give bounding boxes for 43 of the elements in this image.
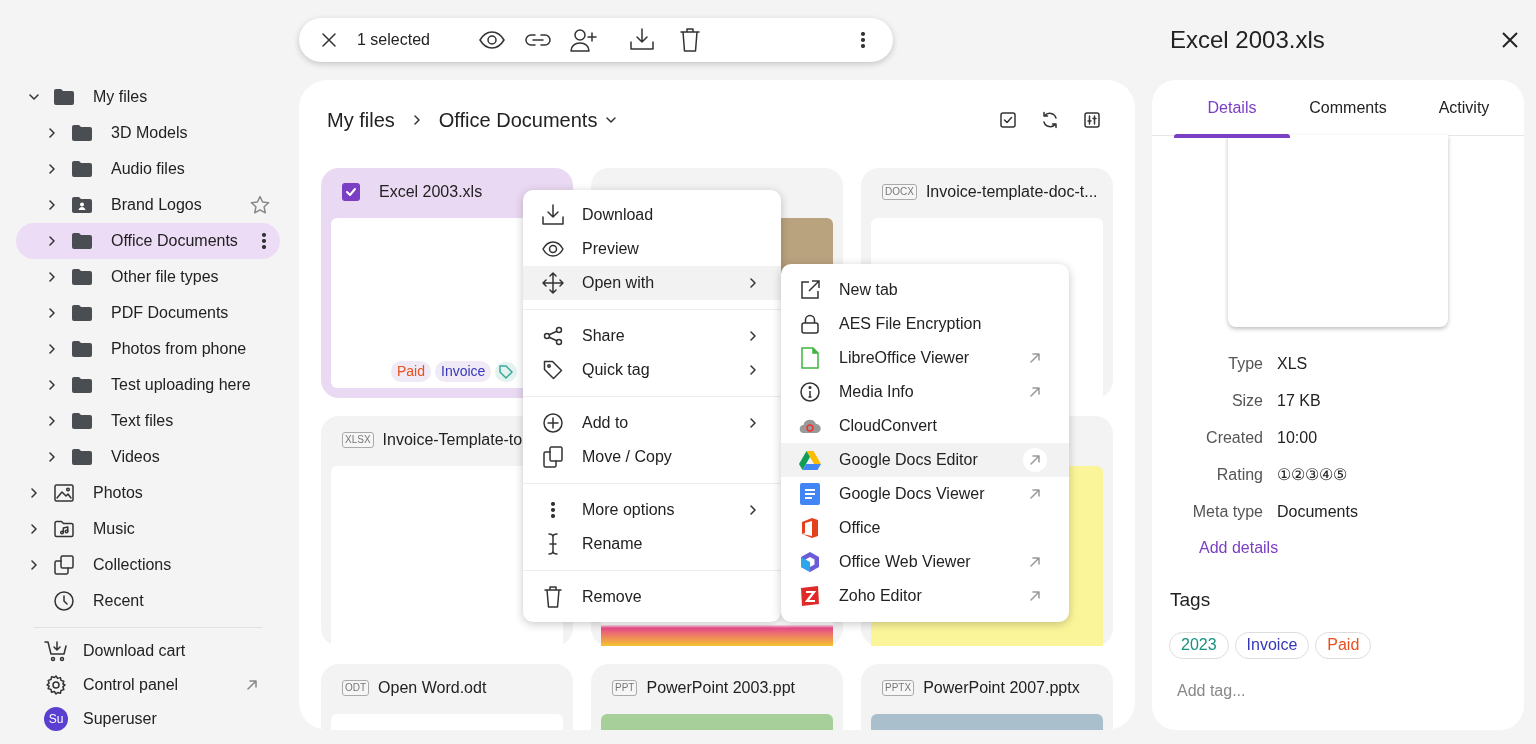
- field-label: Meta type: [1191, 501, 1264, 522]
- file-name: Invoice-template-doc-t...: [925, 182, 1098, 202]
- file-name: Excel 2003.xls: [379, 182, 483, 202]
- tree-label: Audio files: [111, 159, 185, 179]
- tree-label: Photos: [93, 483, 143, 503]
- field-value: 17 KB: [1277, 390, 1321, 411]
- field-label: Size: [1230, 390, 1264, 411]
- field-value: 10:00: [1277, 427, 1318, 448]
- tree-label: Collections: [93, 555, 172, 575]
- file-type-badge: ODT: [342, 680, 370, 696]
- tree-label: Text files: [111, 411, 174, 431]
- tree-label: Recent: [93, 591, 144, 611]
- tree-label: Photos from phone: [111, 339, 247, 359]
- tree-label: Test uploading here: [111, 375, 251, 395]
- tree-label: Music: [93, 519, 135, 539]
- file-name: PowerPoint 2007.pptx: [923, 678, 1080, 698]
- nav-label: Superuser: [83, 709, 157, 729]
- tree-label: PDF Documents: [111, 303, 229, 323]
- panel-title: Excel 2003.xls: [1170, 25, 1325, 55]
- tree-label: Brand Logos: [111, 195, 202, 215]
- file-name: Invoice-Template-to: [382, 430, 523, 450]
- file-type-badge: PPTX: [882, 680, 915, 696]
- nav-label: Download cart: [83, 641, 186, 661]
- field-value: XLS: [1277, 353, 1308, 374]
- tree-label: My files: [93, 87, 148, 107]
- tree-label: Videos: [111, 447, 160, 467]
- field-label: Created: [1205, 427, 1264, 448]
- nav-label: Control panel: [83, 675, 179, 695]
- file-type-badge: DOCX: [882, 184, 917, 200]
- field-value: ①②③④⑤: [1277, 464, 1347, 485]
- selection-count: 1 selected: [357, 30, 431, 50]
- field-label: Rating: [1215, 464, 1264, 485]
- file-name: PowerPoint 2003.ppt: [646, 678, 795, 698]
- tree-label: Other file types: [111, 267, 219, 287]
- file-name: Open Word.odt: [378, 678, 487, 698]
- tree-label: Office Documents: [111, 231, 238, 251]
- file-type-badge: XLSX: [342, 432, 374, 448]
- field-value: Documents: [1277, 501, 1358, 522]
- tree-label: 3D Models: [111, 123, 188, 143]
- field-label: Type: [1227, 353, 1264, 374]
- section-heading: Tags: [1170, 588, 1212, 612]
- file-type-badge: PPT: [612, 680, 638, 696]
- avatar: Su: [44, 707, 68, 731]
